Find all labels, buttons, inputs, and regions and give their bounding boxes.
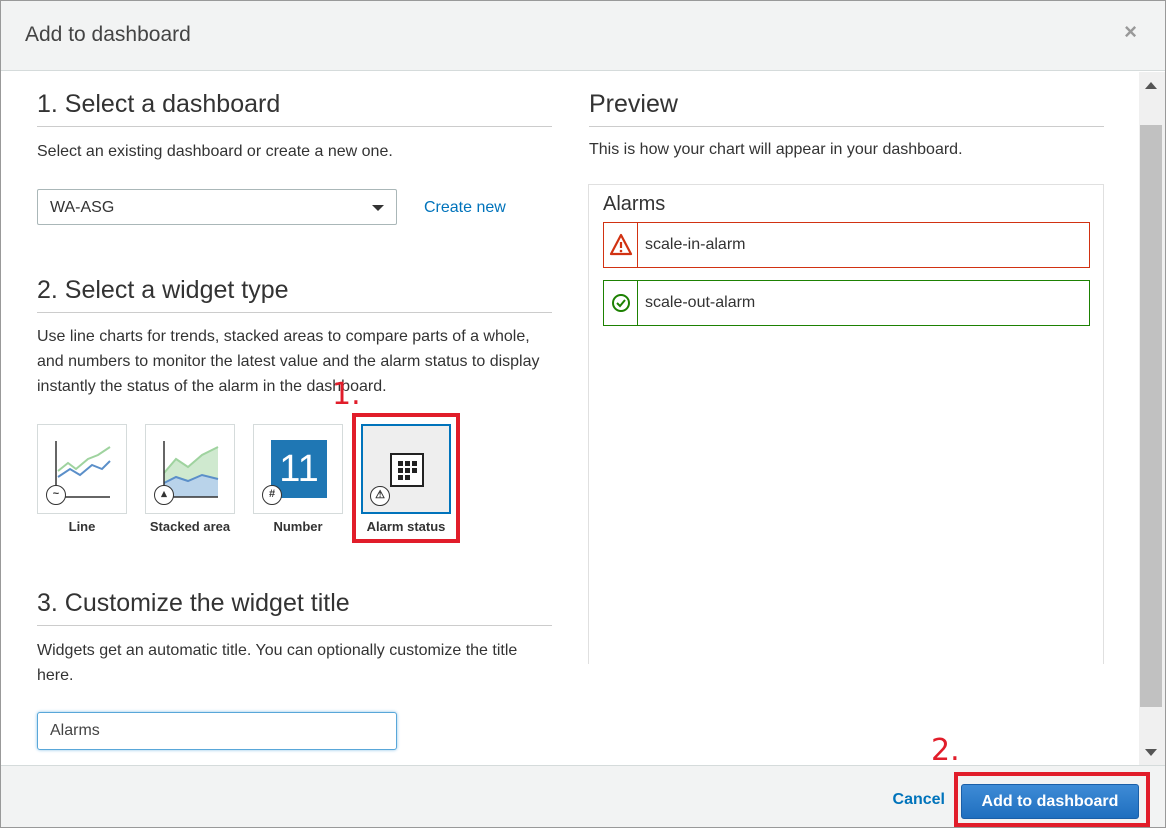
step2-title: 2. Select a widget type — [37, 276, 289, 304]
dashboard-select[interactable]: WA-ASG — [37, 189, 397, 225]
step2-divider — [37, 312, 552, 313]
add-to-dashboard-dialog: Add to dashboard × 1. Select a dashboard… — [0, 0, 1166, 828]
alarm-name: scale-in-alarm — [645, 236, 746, 253]
step1-description: Select an existing dashboard or create a… — [37, 143, 393, 160]
check-circle-icon — [612, 294, 630, 312]
step3-title: 3. Customize the widget title — [37, 589, 350, 617]
alarm-icon-cell — [604, 223, 638, 267]
line-chart-badge-icon: ~ — [46, 485, 66, 505]
hash-badge-icon: # — [262, 485, 282, 505]
step1-title: 1. Select a dashboard — [37, 90, 281, 118]
scroll-up-arrow-icon[interactable] — [1145, 82, 1157, 89]
annotation-highlight-alarm-status — [352, 413, 460, 543]
widget-label-number: Number — [273, 519, 323, 534]
widget-label-line: Line — [68, 519, 96, 534]
vertical-scrollbar[interactable] — [1139, 72, 1165, 766]
dashboard-select-value: WA-ASG — [50, 199, 115, 216]
alarm-name: scale-out-alarm — [645, 294, 756, 311]
preview-description: This is how your chart will appear in yo… — [589, 141, 963, 158]
step1-divider — [37, 126, 552, 127]
widget-title-input[interactable] — [37, 712, 397, 750]
caret-down-icon — [372, 205, 384, 211]
widget-type-number[interactable]: 11 # — [253, 424, 343, 514]
alarm-row-scale-in[interactable]: scale-in-alarm — [603, 222, 1090, 268]
preview-widget: Alarms scale-in-alarm scale-out-alarm — [588, 184, 1104, 664]
annotation-highlight-add-button — [954, 772, 1150, 827]
widget-type-stacked-area[interactable]: ▴ — [145, 424, 235, 514]
warning-icon — [609, 233, 633, 256]
step2-description: Use line charts for trends, stacked area… — [37, 328, 540, 395]
preview-widget-title: Alarms — [603, 193, 666, 215]
dialog-title: Add to dashboard — [25, 23, 191, 46]
ok-icon-cell — [604, 281, 638, 325]
widget-label-stacked-area: Stacked area — [149, 519, 231, 534]
preview-divider — [589, 126, 1104, 127]
scroll-down-arrow-icon[interactable] — [1145, 749, 1157, 756]
annotation-marker-2: 2. — [931, 733, 960, 768]
cancel-button[interactable]: Cancel — [893, 791, 945, 809]
step3-description: Widgets get an automatic title. You can … — [37, 642, 518, 684]
create-new-link[interactable]: Create new — [424, 199, 506, 217]
alarm-row-scale-out[interactable]: scale-out-alarm — [603, 280, 1090, 326]
dialog-header: Add to dashboard × — [1, 1, 1165, 71]
stacked-area-badge-icon: ▴ — [154, 485, 174, 505]
preview-title: Preview — [589, 90, 678, 118]
widget-type-line[interactable]: ~ — [37, 424, 127, 514]
close-icon[interactable]: × — [1124, 19, 1137, 45]
scroll-thumb[interactable] — [1140, 125, 1162, 707]
step3-divider — [37, 625, 552, 626]
annotation-marker-1: 1. — [332, 377, 361, 412]
